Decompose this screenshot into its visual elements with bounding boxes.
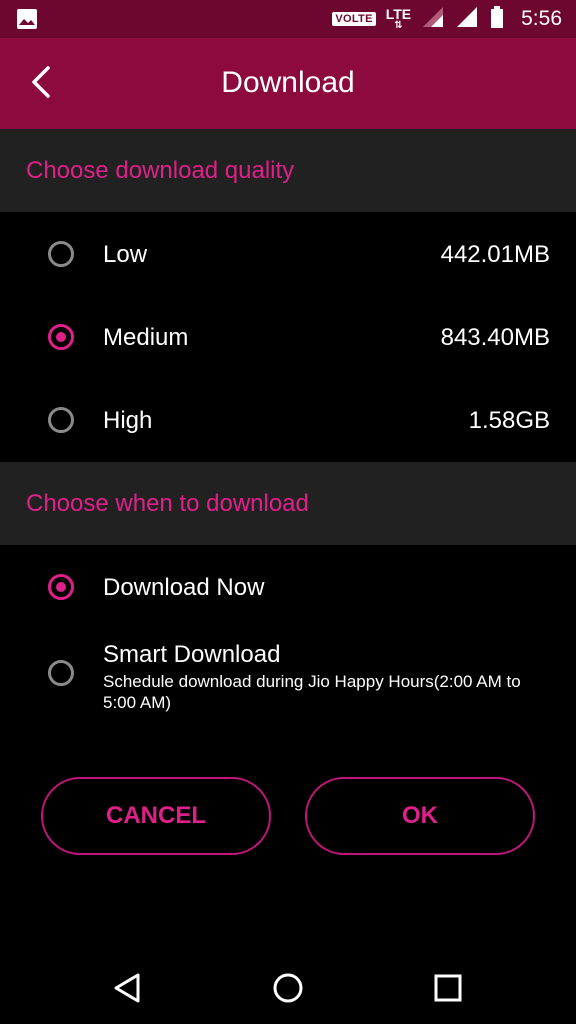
- navigation-bar: [0, 944, 576, 1024]
- when-option-download-now[interactable]: Download Now: [0, 545, 576, 628]
- option-label: Medium: [103, 324, 189, 351]
- when-option-smart-download[interactable]: Smart Download Schedule download during …: [0, 628, 576, 728]
- image-icon: [16, 8, 38, 35]
- radio-button-selected[interactable]: [48, 324, 74, 350]
- option-size: 442.01MB: [440, 241, 550, 268]
- nav-recents-icon[interactable]: [430, 970, 466, 1006]
- nav-home-icon[interactable]: [270, 970, 306, 1006]
- option-label: Smart Download: [103, 641, 281, 668]
- signal-icon: [421, 5, 445, 34]
- quality-section-header: Choose download quality: [0, 129, 576, 212]
- quality-option-low[interactable]: Low 442.01MB: [0, 212, 576, 295]
- battery-icon: [489, 5, 505, 34]
- when-section-title: Choose when to download: [26, 490, 309, 517]
- radio-button[interactable]: [48, 407, 74, 433]
- signal-icon-2: [455, 5, 479, 34]
- radio-button[interactable]: [48, 660, 74, 686]
- option-description: Schedule download during Jio Happy Hours…: [103, 672, 521, 712]
- lte-indicator: LTE ⇅: [385, 6, 412, 31]
- cancel-button[interactable]: CANCEL: [41, 777, 271, 855]
- status-bar: VOLTE LTE ⇅ 5:56: [0, 0, 576, 38]
- quality-section-title: Choose download quality: [26, 157, 295, 184]
- quality-option-medium[interactable]: Medium 843.40MB: [0, 295, 576, 378]
- radio-button[interactable]: [48, 241, 74, 267]
- nav-back-icon[interactable]: [110, 970, 146, 1006]
- option-size: 843.40MB: [440, 324, 550, 351]
- quality-option-high[interactable]: High 1.58GB: [0, 378, 576, 461]
- app-bar: Download: [0, 38, 576, 129]
- option-label: Low: [103, 241, 148, 268]
- page-title: Download: [221, 66, 355, 99]
- clock: 5:56: [521, 7, 562, 30]
- ok-button[interactable]: OK: [305, 777, 535, 855]
- volte-badge: VOLTE: [332, 12, 376, 26]
- option-size: 1.58GB: [468, 407, 550, 434]
- option-label: Download Now: [103, 574, 265, 601]
- when-section-header: Choose when to download: [0, 462, 576, 545]
- radio-button-selected[interactable]: [48, 574, 74, 600]
- option-label: High: [103, 407, 153, 434]
